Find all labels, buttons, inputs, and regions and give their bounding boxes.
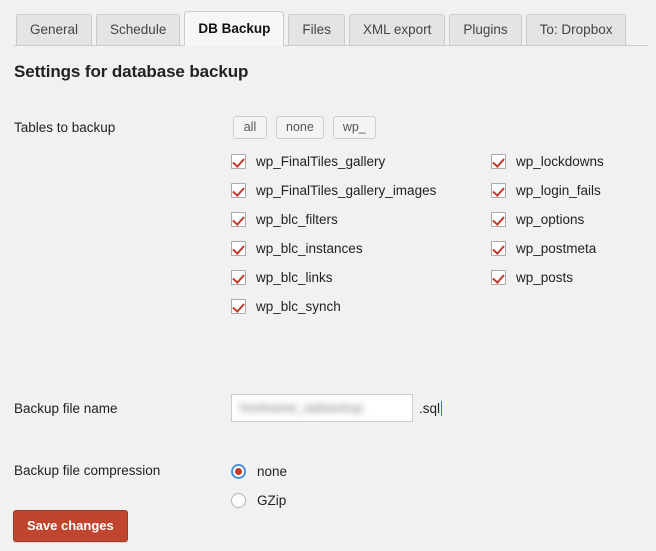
table-name-label: wp_FinalTiles_gallery	[256, 154, 386, 169]
compression-option-label: GZip	[257, 493, 287, 508]
checkbox-icon[interactable]	[491, 154, 506, 169]
radio-icon[interactable]	[231, 464, 246, 479]
backup-file-name-value: hostname_wpbackup	[240, 400, 363, 415]
page-title: Settings for database backup	[14, 62, 249, 81]
checkbox-icon[interactable]	[231, 299, 246, 314]
tab-files[interactable]: Files	[288, 14, 345, 46]
compression-option-none[interactable]: none	[231, 457, 287, 486]
checkbox-icon[interactable]	[491, 241, 506, 256]
compression-option-gzip[interactable]: GZip	[231, 486, 287, 515]
table-row[interactable]: wp_postmeta	[491, 234, 604, 263]
backup-file-name-row: hostname_wpbackup .sql	[231, 394, 443, 422]
table-row[interactable]: wp_posts	[491, 263, 604, 292]
tab-to-dropbox[interactable]: To: Dropbox	[525, 14, 627, 46]
table-name-label: wp_login_fails	[516, 183, 601, 198]
table-name-label: wp_FinalTiles_gallery_images	[256, 183, 437, 198]
select-all-button[interactable]: all	[233, 116, 267, 139]
tab-db-backup[interactable]: DB Backup	[184, 11, 285, 46]
compression-radio-group: none GZip	[231, 457, 287, 515]
tables-to-backup-label: Tables to backup	[14, 120, 116, 135]
tab-general[interactable]: General	[16, 14, 93, 46]
select-none-button[interactable]: none	[276, 116, 324, 139]
table-name-label: wp_blc_filters	[256, 212, 338, 227]
quick-select-buttons: all none wp_	[233, 116, 376, 139]
table-name-label: wp_lockdowns	[516, 154, 604, 169]
checkbox-icon[interactable]	[231, 154, 246, 169]
table-name-label: wp_postmeta	[516, 241, 597, 256]
radio-icon[interactable]	[231, 493, 246, 508]
tables-column-left: wp_FinalTiles_gallery wp_FinalTiles_gall…	[231, 147, 436, 321]
compression-option-label: none	[257, 464, 288, 479]
backup-file-name-input[interactable]: hostname_wpbackup	[231, 394, 413, 422]
table-name-label: wp_posts	[516, 270, 574, 285]
table-row[interactable]: wp_lockdowns	[491, 147, 604, 176]
table-row[interactable]: wp_blc_instances	[231, 234, 436, 263]
checkbox-icon[interactable]	[231, 212, 246, 227]
table-row[interactable]: wp_login_fails	[491, 176, 604, 205]
sql-extension-label: .sql	[419, 400, 441, 416]
checkbox-icon[interactable]	[491, 212, 506, 227]
table-row[interactable]: wp_FinalTiles_gallery_images	[231, 176, 436, 205]
checkbox-icon[interactable]	[231, 183, 246, 198]
backup-file-name-label: Backup file name	[14, 401, 118, 416]
table-row[interactable]: wp_FinalTiles_gallery	[231, 147, 436, 176]
save-changes-button[interactable]: Save changes	[13, 510, 128, 542]
table-name-label: wp_blc_links	[256, 270, 333, 285]
table-name-label: wp_blc_synch	[256, 299, 341, 314]
table-row[interactable]: wp_blc_synch	[231, 292, 436, 321]
checkbox-icon[interactable]	[491, 183, 506, 198]
table-row[interactable]: wp_blc_filters	[231, 205, 436, 234]
text-caret	[441, 400, 443, 416]
backup-file-compression-label: Backup file compression	[14, 463, 161, 478]
tab-list: General Schedule DB Backup Files XML exp…	[16, 11, 627, 46]
checkbox-icon[interactable]	[231, 270, 246, 285]
tab-xml-export[interactable]: XML export	[348, 14, 446, 46]
settings-panel: Settings for database backup Tables to b…	[0, 46, 656, 551]
checkbox-icon[interactable]	[231, 241, 246, 256]
tab-bar: General Schedule DB Backup Files XML exp…	[0, 0, 656, 46]
tables-column-right: wp_lockdowns wp_login_fails wp_options w…	[491, 147, 604, 292]
table-name-label: wp_blc_instances	[256, 241, 363, 256]
tab-schedule[interactable]: Schedule	[96, 14, 181, 46]
checkbox-icon[interactable]	[491, 270, 506, 285]
table-row[interactable]: wp_blc_links	[231, 263, 436, 292]
table-row[interactable]: wp_options	[491, 205, 604, 234]
table-name-label: wp_options	[516, 212, 585, 227]
select-wp-prefix-button[interactable]: wp_	[332, 116, 376, 139]
tab-plugins[interactable]: Plugins	[449, 14, 522, 46]
